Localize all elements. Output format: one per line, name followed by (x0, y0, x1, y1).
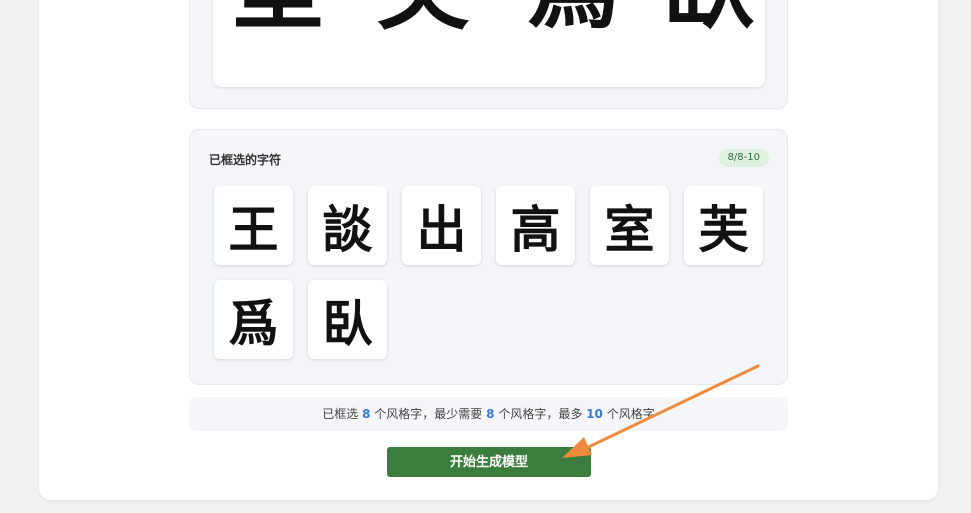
selected-char-tile[interactable]: 高 (496, 186, 575, 265)
count-badge: 8/8-10 (718, 149, 769, 167)
selected-char-tile[interactable]: 室 (590, 186, 669, 265)
info-text: 个风格字 (606, 407, 655, 421)
selected-char-tile[interactable]: 芙 (684, 186, 763, 265)
info-text: 个风格字，最少需要 (374, 407, 483, 421)
selected-count: 8 (362, 407, 371, 421)
generate-model-button[interactable]: 开始生成模型 (387, 447, 591, 477)
selected-characters-panel: 已框选的字符 8/8-10 王 談 出 高 室 芙 爲 臥 (189, 129, 788, 385)
section-title: 已框选的字符 (209, 153, 282, 167)
preview-char: 室 (223, 0, 333, 43)
min-count: 8 (486, 407, 495, 421)
preview-char: 臥 (653, 0, 763, 43)
info-text: 个风格字，最多 (498, 407, 583, 421)
selected-char-tile[interactable]: 臥 (308, 280, 387, 359)
info-text: 已框选 (322, 407, 359, 421)
selected-char-tile[interactable]: 出 (402, 186, 481, 265)
selected-char-tile[interactable]: 爲 (214, 280, 293, 359)
selected-char-tile[interactable]: 王 (214, 186, 293, 265)
preview-char: 芙 (368, 0, 478, 43)
selection-info: 已框选 8 个风格字，最少需要 8 个风格字，最多 10 个风格字 (189, 397, 788, 431)
selected-char-tile[interactable]: 談 (308, 186, 387, 265)
preview-char: 爲 (518, 0, 628, 43)
max-count: 10 (586, 407, 603, 421)
preview-canvas: 室 芙 爲 臥 (213, 0, 765, 87)
preview-section: 室 芙 爲 臥 (189, 0, 788, 109)
